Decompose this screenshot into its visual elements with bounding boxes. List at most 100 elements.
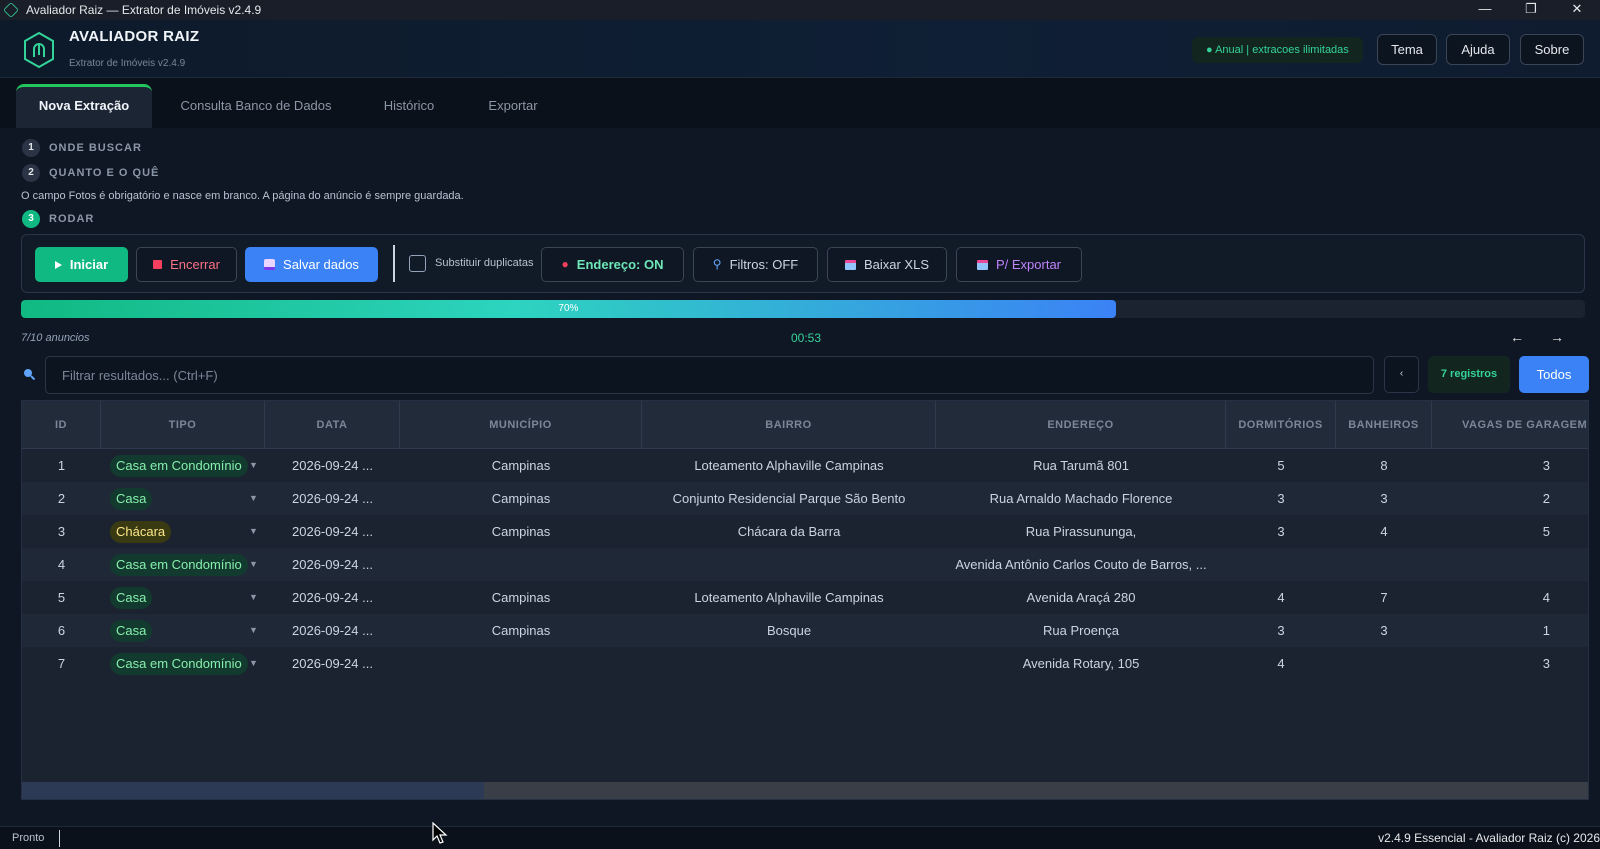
export-button[interactable]: P/ Exportar [956, 247, 1082, 282]
inbox-icon [844, 259, 856, 270]
cell-municipio: Campinas [491, 458, 551, 473]
cell-dorm: 3 [1277, 623, 1285, 638]
table-row[interactable]: 5 Casa ▼ 2026-09-24 ... Campinas Loteamento A… [22, 581, 1588, 614]
ads-count: 7/10 anuncios [21, 332, 90, 344]
chevron-down-icon[interactable]: ▼ [249, 482, 258, 515]
tipo-pill: Casa em Condomínio [110, 653, 248, 675]
cell-banh [1336, 647, 1432, 680]
table-row[interactable]: 3 Chácara ▼ 2026-09-24 ... Campinas Chácara d… [22, 515, 1588, 548]
cell-tipo: Chácara ▼ [101, 515, 265, 548]
start-button[interactable]: Iniciar [35, 247, 128, 282]
download-xls-label: Baixar XLS [863, 257, 930, 272]
play-icon [54, 260, 62, 269]
chevron-down-icon[interactable]: ▼ [249, 647, 258, 680]
cell-endereco: Rua Pirassununga, [1025, 524, 1137, 539]
tab-nova-extracao[interactable]: Nova Extração [16, 84, 152, 128]
about-button[interactable]: Sobre [1520, 34, 1584, 65]
tipo-pill: Chácara [110, 521, 172, 543]
cell-tipo: Casa ▼ [101, 482, 265, 515]
cell-dorm: 4 [1277, 590, 1285, 605]
tipo-pill: Casa [110, 488, 153, 510]
table-row[interactable]: 1 Casa em Condomínio ▼ 2026-09-24 ... Campin… [22, 449, 1588, 482]
replace-duplicates-checkbox[interactable] [409, 255, 426, 272]
main-tabs: Nova Extração Consulta Banco de Dados Hi… [0, 78, 1600, 128]
window-titlebar: Avaliador Raiz — Extrator de Imóveis v2.… [0, 0, 1600, 20]
tab-historico[interactable]: Histórico [370, 84, 448, 128]
cell-municipio: Campinas [491, 623, 551, 638]
scrollbar-thumb[interactable] [22, 782, 484, 799]
elapsed-timer: 00:53 [791, 331, 822, 345]
show-all-button[interactable]: Todos [1519, 356, 1589, 393]
filter-results-input[interactable] [45, 356, 1374, 394]
tab-exportar[interactable]: Exportar [478, 84, 548, 128]
chevron-down-icon[interactable]: ▼ [249, 515, 258, 548]
horizontal-scrollbar[interactable] [22, 782, 1588, 799]
run-toolbar: Iniciar Encerrar Salvar dados Substituir… [21, 234, 1585, 293]
tipo-pill: Casa em Condomínio [110, 455, 248, 477]
mouse-cursor-icon [432, 822, 448, 844]
table-row[interactable]: 2 Casa ▼ 2026-09-24 ... Campinas Conjunto Res… [22, 482, 1588, 515]
filters-toggle-button[interactable]: ⚲ Filtros: OFF [693, 247, 818, 282]
col-tipo[interactable]: TIPO [101, 401, 265, 449]
app-version-subtitle: Extrator de Imóveis v2.4.9 [69, 58, 186, 69]
cell-bairro: Loteamento Alphaville Campinas [694, 590, 884, 605]
step-onde-buscar[interactable]: 1 ONDE BUSCAR [22, 139, 142, 157]
cell-id: 6 [57, 623, 66, 638]
cell-banh [1336, 548, 1432, 581]
table-row[interactable]: 4 Casa em Condomínio ▼ 2026-09-24 ... Avenid… [22, 548, 1588, 581]
minimize-icon[interactable]: — [1462, 0, 1508, 20]
table-row[interactable]: 6 Casa ▼ 2026-09-24 ... Campinas Bosque Rua Pr… [22, 614, 1588, 647]
download-xls-button[interactable]: Baixar XLS [827, 247, 947, 282]
chevron-down-icon[interactable]: ▼ [249, 614, 258, 647]
help-button[interactable]: Ajuda [1446, 34, 1510, 65]
cell-municipio: Campinas [491, 590, 551, 605]
stop-button[interactable]: Encerrar [136, 247, 237, 282]
cell-tipo: Casa ▼ [101, 581, 265, 614]
arrow-right-icon[interactable]: → [1550, 329, 1564, 345]
start-label: Iniciar [69, 257, 109, 272]
pin-icon: ● [561, 257, 569, 271]
cell-data: 2026-09-24 ... [292, 590, 373, 605]
theme-button[interactable]: Tema [1377, 34, 1437, 65]
cell-endereco: Avenida Rotary, 105 [1022, 656, 1140, 671]
col-data[interactable]: DATA [265, 401, 400, 449]
col-id[interactable]: ID [22, 401, 101, 449]
collapse-button[interactable]: ‹ [1384, 356, 1419, 393]
cell-banh: 3 [1380, 623, 1388, 638]
col-endereco[interactable]: ENDEREÇO [936, 401, 1226, 449]
cell-banh: 8 [1380, 458, 1388, 473]
cell-id: 7 [57, 656, 66, 671]
chevron-down-icon[interactable]: ▼ [249, 449, 258, 482]
cell-data: 2026-09-24 ... [292, 458, 373, 473]
filters-label: Filtros: OFF [729, 257, 799, 272]
close-icon[interactable]: ✕ [1554, 0, 1600, 20]
cell-endereco: Rua Proença [1043, 623, 1119, 638]
col-banheiros[interactable]: BANHEIROS [1336, 401, 1432, 449]
col-dormitorios[interactable]: DORMITÓRIOS [1226, 401, 1336, 449]
col-vagas[interactable]: VAGAS DE GARAGEM [1432, 401, 1588, 449]
col-municipio[interactable]: MUNICÍPIO [400, 401, 642, 449]
restore-icon[interactable]: ❐ [1508, 0, 1554, 20]
table-row[interactable]: 7 Casa em Condomínio ▼ 2026-09-24 ... Avenid… [22, 647, 1588, 680]
cell-vagas: 4 [1542, 590, 1550, 605]
col-bairro[interactable]: BAIRRO [642, 401, 936, 449]
step-label: QUANTO E O QUÊ [49, 167, 160, 179]
step-label: ONDE BUSCAR [49, 142, 142, 154]
cell-id: 5 [57, 590, 66, 605]
cell-banh: 7 [1380, 590, 1388, 605]
save-data-button[interactable]: Salvar dados [245, 247, 378, 282]
tab-consulta-banco[interactable]: Consulta Banco de Dados [172, 84, 340, 128]
cell-id: 2 [57, 491, 66, 506]
step-quanto-e-o-que[interactable]: 2 QUANTO E O QUÊ [22, 164, 159, 182]
cell-id: 3 [57, 524, 66, 539]
cell-tipo: Casa ▼ [101, 614, 265, 647]
chevron-down-icon[interactable]: ▼ [249, 581, 258, 614]
arrow-left-icon[interactable]: ← [1510, 329, 1524, 345]
chevron-down-icon[interactable]: ▼ [249, 548, 258, 581]
step-rodar[interactable]: 3 RODAR [22, 210, 94, 228]
cell-endereco: Avenida Antônio Carlos Couto de Barros, … [955, 557, 1207, 572]
tipo-pill: Casa em Condomínio [110, 554, 248, 576]
toolbar-divider [393, 245, 395, 282]
cell-endereco: Rua Arnaldo Machado Florence [989, 491, 1173, 506]
address-toggle-button[interactable]: ● Endereço: ON [541, 247, 684, 282]
